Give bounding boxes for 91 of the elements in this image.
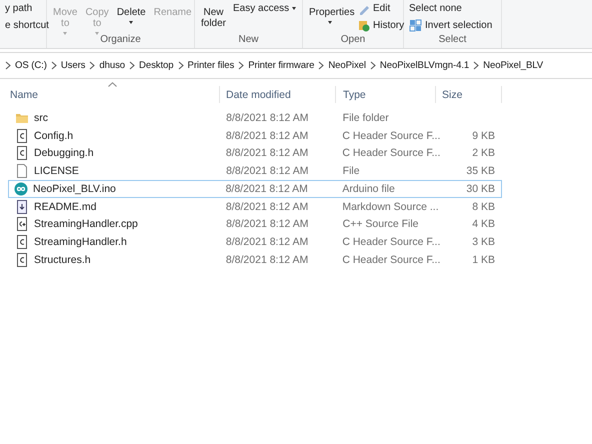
table-cell: C Header Source F...	[342, 236, 440, 248]
table-cell: 8/8/2021 8:12 AM	[226, 218, 308, 230]
table-cell: 1 KB	[472, 254, 496, 266]
ribbon-group-label: Select	[438, 34, 466, 45]
file-row[interactable]: Debugging.h 8/8/2021 8:12 AM C Header Source F... 2 KB	[0, 144, 502, 162]
ribbon-button[interactable]: New folder	[199, 7, 228, 29]
breadcrumb-item[interactable]: NeoPixel	[328, 60, 366, 71]
table-cell: 8/8/2021 8:12 AM	[226, 165, 308, 178]
table-cell: 2 KB	[472, 147, 496, 160]
file-row[interactable]: NeoPixel_BLV.ino 8/8/2021 8:12 AM Arduino file 30 KB	[8, 180, 502, 198]
ribbon-button[interactable]: y path	[4, 1, 50, 16]
file-row[interactable]: Structures.h 8/8/2021 8:12 AM C Header Source F... 1 KB	[0, 251, 502, 269]
table-cell: 8/8/2021 8:12 AM	[226, 254, 308, 266]
chevron-right-icon	[5, 61, 11, 70]
ribbon-button[interactable]: History	[357, 18, 406, 33]
ribbon-button[interactable]: Delete	[114, 7, 148, 24]
cpp-file-icon	[15, 217, 29, 232]
table-cell: C Header Source F...	[342, 130, 440, 142]
file-row[interactable]: Config.h 8/8/2021 8:12 AM C Header Source F... 9 KB	[0, 126, 502, 144]
column-header[interactable]: Type	[336, 86, 436, 103]
table-cell: 9 KB	[472, 130, 496, 142]
ribbon-group-label: Open	[340, 34, 366, 45]
breadcrumb-item[interactable]: OS (C:)	[15, 60, 47, 71]
table-cell: C Header Source F...	[342, 254, 440, 266]
table-cell: C Header Source F...	[342, 147, 440, 160]
file-name: StreamingHandler.cpp	[34, 218, 138, 230]
c-file-icon	[15, 235, 29, 250]
chevron-right-icon	[318, 61, 324, 70]
table-cell: File	[342, 165, 360, 178]
invert-selection-icon	[409, 19, 422, 32]
chevron-right-icon	[238, 61, 244, 70]
column-header[interactable]: Date modified	[220, 86, 336, 103]
table-cell: 35 KB	[466, 165, 496, 178]
breadcrumb-item[interactable]: Users	[60, 60, 86, 71]
table-cell: 8/8/2021 8:12 AM	[226, 236, 308, 248]
breadcrumb-item[interactable]: Printer firmware	[248, 60, 314, 71]
chevron-right-icon	[370, 61, 376, 70]
document-icon	[15, 200, 29, 214]
breadcrumb-item[interactable]: Printer files	[188, 60, 234, 71]
ribbon-button[interactable]: Select none	[408, 1, 494, 16]
table-cell: 8/8/2021 8:12 AM	[226, 182, 308, 195]
chevron-right-icon	[473, 61, 480, 70]
chevron-right-icon	[129, 61, 136, 70]
chevron-right-icon	[89, 61, 96, 70]
file-name: Config.h	[34, 130, 74, 142]
chevron-right-icon	[178, 61, 184, 70]
breadcrumb-item[interactable]: dhuso	[99, 60, 126, 71]
file-name: NeoPixel_BLV.ino	[33, 182, 116, 195]
c-file-icon	[15, 128, 29, 143]
table-cell: Arduino file	[342, 182, 395, 195]
table-cell: 8/8/2021 8:12 AM	[226, 200, 308, 213]
ribbon-button[interactable]: Invert selection	[408, 18, 494, 33]
table-cell: 4 KB	[472, 218, 496, 230]
ribbon-group-label: New	[238, 34, 258, 45]
table-cell: File folder	[342, 112, 389, 124]
chevron-right-icon	[50, 61, 57, 70]
c-file-icon	[15, 252, 29, 267]
blank-file-icon	[15, 164, 29, 178]
file-row[interactable]: README.md 8/8/2021 8:12 AM Markdown Source ... 8 KB	[0, 198, 502, 216]
file-name: StreamingHandler.h	[34, 236, 127, 248]
table-cell: Markdown Source ...	[342, 200, 439, 213]
table-cell: C++ Source File	[342, 218, 419, 230]
file-name: src	[34, 112, 48, 124]
column-header[interactable]: Name	[0, 86, 220, 103]
ribbon-button[interactable]: Easy access	[232, 1, 298, 16]
ribbon-button[interactable]: Edit	[357, 1, 406, 16]
table-cell: 8/8/2021 8:12 AM	[226, 130, 308, 142]
table-cell: 3 KB	[472, 236, 496, 248]
file-name: Debugging.h	[34, 147, 94, 160]
file-row[interactable]: LICENSE 8/8/2021 8:12 AM File 35 KB	[0, 162, 502, 180]
breadcrumb-item[interactable]: Desktop	[139, 60, 174, 71]
file-name: LICENSE	[34, 165, 79, 178]
ribbon-button[interactable]: Properties	[307, 7, 353, 24]
breadcrumb-item[interactable]: NeoPixelBLVmgn-4.1	[380, 60, 470, 71]
sort-caret-icon	[108, 82, 117, 87]
c-file-icon	[15, 146, 29, 160]
address-bar[interactable]: OS (C:) Users dhuso Desktop Printer files Printer firmware NeoPixel NeoPixelBLVmgn-4.1 NeoPixel_BLV	[0, 52, 592, 79]
table-cell: 8 KB	[472, 200, 496, 213]
infinity-logo-icon	[14, 182, 28, 196]
column-header[interactable]: Size	[436, 86, 502, 103]
file-row[interactable]: src 8/8/2021 8:12 AM File folder	[0, 109, 502, 127]
table-cell: 30 KB	[466, 182, 495, 195]
breadcrumb-item[interactable]: NeoPixel_BLV	[483, 60, 544, 71]
ribbon-button[interactable]: e shortcut	[4, 18, 50, 33]
table-cell: 8/8/2021 8:12 AM	[226, 147, 308, 160]
file-name: README.md	[34, 200, 96, 213]
file-row[interactable]: StreamingHandler.h 8/8/2021 8:12 AM C Header Source F... 3 KB	[0, 233, 502, 251]
file-name: Structures.h	[34, 254, 91, 266]
ribbon-group-label: Organize	[100, 34, 141, 45]
file-row[interactable]: StreamingHandler.cpp 8/8/2021 8:12 AM C++ Source File 4 KB	[0, 216, 502, 234]
table-cell: 8/8/2021 8:12 AM	[226, 112, 308, 124]
